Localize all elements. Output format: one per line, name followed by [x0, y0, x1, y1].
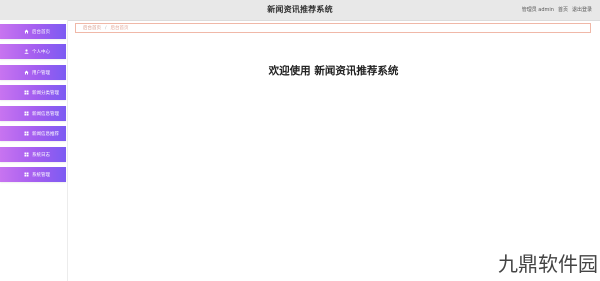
sidebar-item-news-categories[interactable]: 新闻分类管理	[0, 85, 66, 100]
sidebar-item-dashboard[interactable]: 后台首页	[0, 24, 66, 39]
breadcrumb: 后台首页 / 后台首页	[75, 23, 591, 33]
grid-icon	[24, 111, 29, 116]
grid-icon	[24, 172, 29, 177]
sidebar-item-label: 系统日志	[32, 152, 50, 158]
home-link[interactable]: 首页	[558, 0, 568, 20]
sidebar-item-label: 新闻分类管理	[32, 90, 59, 96]
grid-icon	[24, 131, 29, 136]
sidebar-item-profile[interactable]: 个人中心	[0, 44, 66, 59]
grid-icon	[24, 90, 29, 95]
sidebar-item-users[interactable]: 用户管理	[0, 65, 66, 80]
home-icon	[24, 29, 29, 34]
breadcrumb-separator: /	[105, 25, 107, 31]
sidebar-item-label: 新闻信息管理	[32, 111, 59, 117]
sidebar-item-system-log[interactable]: 系统日志	[0, 147, 66, 162]
sidebar-item-label: 系统管理	[32, 172, 50, 178]
top-header: 新闻资讯推荐系统 管理员 admin 首页 退出登录	[0, 0, 600, 21]
sidebar-item-system-settings[interactable]: 系统管理	[0, 167, 66, 182]
sidebar-item-news-info[interactable]: 新闻信息管理	[0, 106, 66, 121]
app-title: 新闻资讯推荐系统	[267, 5, 333, 14]
sidebar-item-label: 后台首页	[32, 29, 50, 35]
welcome-heading: 欢迎使用 新闻资讯推荐系统	[268, 65, 399, 77]
sidebar-item-label: 用户管理	[32, 70, 50, 76]
breadcrumb-home[interactable]: 后台首页	[83, 25, 101, 31]
breadcrumb-current: 后台首页	[110, 26, 129, 31]
user-icon	[24, 49, 29, 54]
grid-icon	[24, 152, 29, 157]
admin-user-link[interactable]: 管理员 admin	[522, 0, 554, 20]
header-links: 管理员 admin 首页 退出登录	[522, 0, 592, 20]
sidebar: 后台首页 个人中心 用户管理 新闻分类管理 新闻信息管理 新闻信息推荐 系统日志…	[0, 20, 68, 281]
sidebar-item-news-recommend[interactable]: 新闻信息推荐	[0, 126, 66, 141]
sidebar-item-label: 个人中心	[32, 49, 50, 55]
watermark: 九鼎软件园	[498, 252, 598, 276]
sidebar-item-label: 新闻信息推荐	[32, 131, 59, 137]
logout-link[interactable]: 退出登录	[572, 0, 592, 20]
home-icon	[24, 70, 29, 75]
